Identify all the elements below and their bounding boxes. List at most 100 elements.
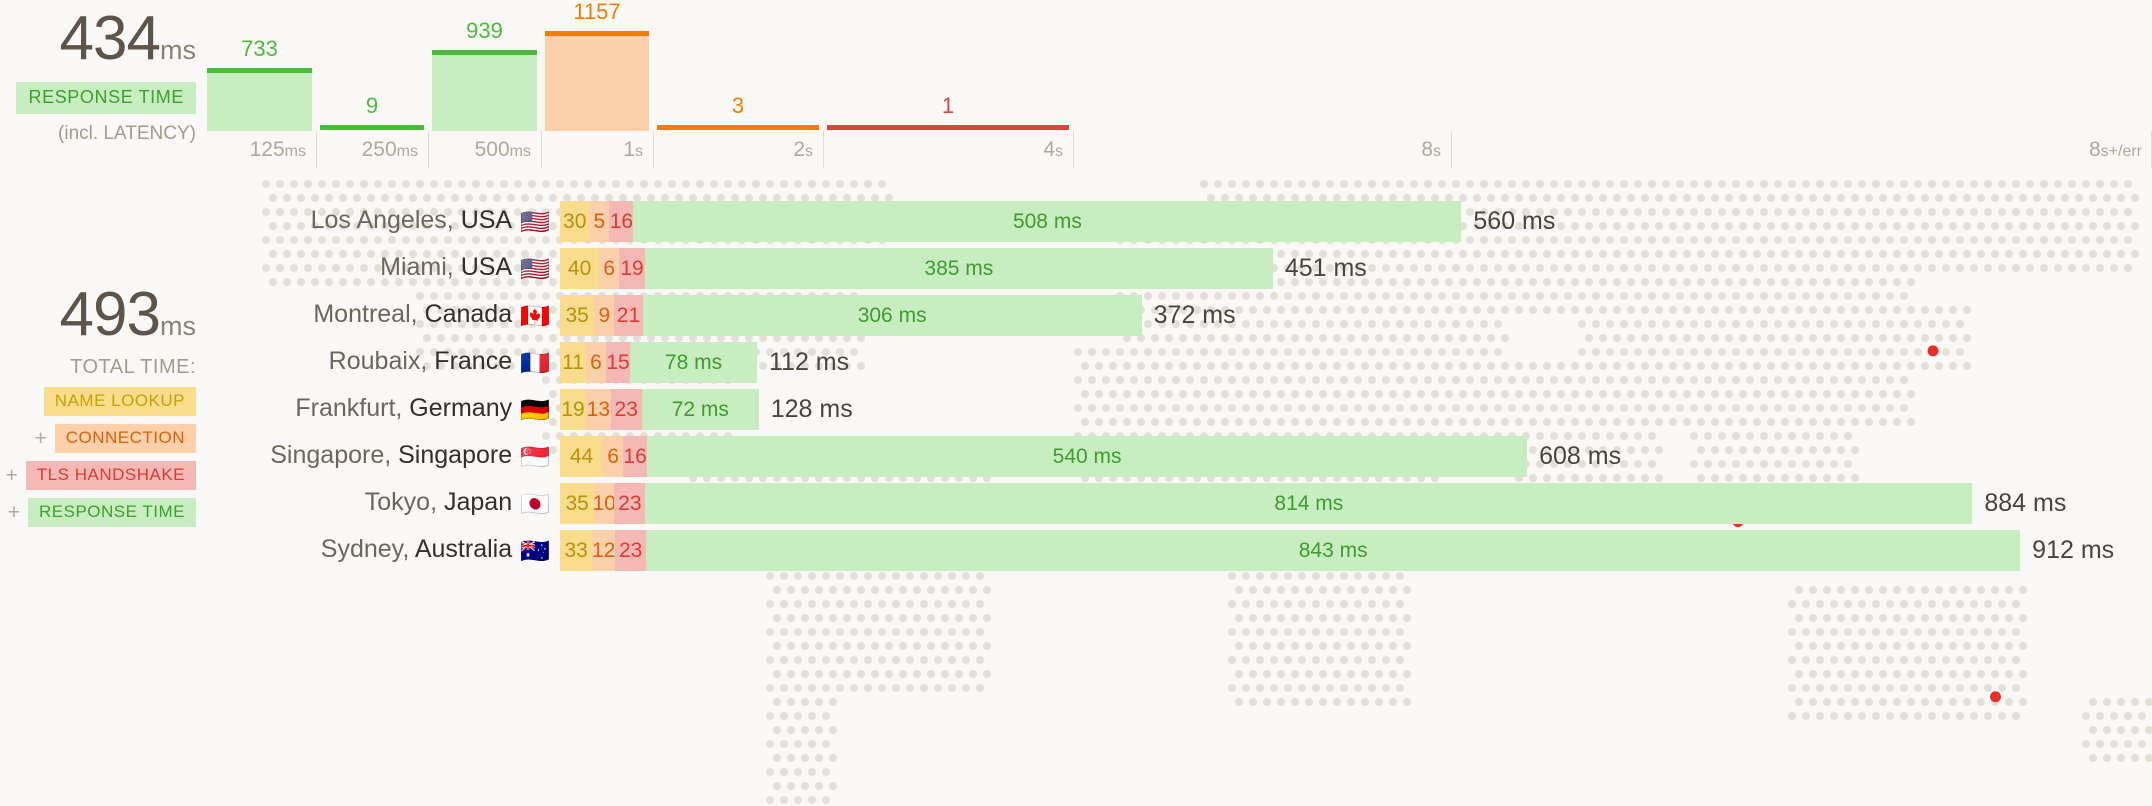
map-dot xyxy=(1998,656,2006,664)
map-dot xyxy=(1326,656,1334,664)
segment-connection: 6 xyxy=(603,436,624,477)
map-dot xyxy=(829,642,837,650)
map-dot xyxy=(1235,614,1243,622)
map-dot xyxy=(2110,180,2118,188)
map-dot xyxy=(682,180,690,188)
latency-bar: 19 13 23 72 ms xyxy=(560,389,759,430)
country-flag-icon: 🇺🇸 xyxy=(520,256,550,283)
city-label: Miami, USA 🇺🇸 xyxy=(0,253,560,284)
response-time-value: 434 xyxy=(59,4,161,73)
map-dot xyxy=(1305,642,1313,650)
map-dot xyxy=(360,180,368,188)
map-dot xyxy=(1620,180,1628,188)
tick-unit: ms xyxy=(396,143,418,160)
map-dot xyxy=(1914,628,1922,636)
map-dot xyxy=(1956,628,1964,636)
histogram-bucket[interactable] xyxy=(1451,0,2152,131)
map-dot xyxy=(864,684,872,692)
map-dot xyxy=(1795,670,1803,678)
map-dot xyxy=(829,726,837,734)
histogram-axis-tick: 8s+/err xyxy=(1451,131,2152,168)
map-dot xyxy=(2131,754,2139,762)
map-dot xyxy=(892,656,900,664)
map-dot xyxy=(2068,180,2076,188)
map-dot xyxy=(1907,698,1915,706)
city-latency-row[interactable]: Singapore, Singapore 🇸🇬 44 6 16 540 ms 608 ms xyxy=(0,433,2152,480)
map-dot xyxy=(1375,670,1383,678)
map-dot xyxy=(1319,698,1327,706)
map-dot xyxy=(899,586,907,594)
map-dot xyxy=(2005,670,2013,678)
map-dot xyxy=(1256,684,1264,692)
map-dot xyxy=(1354,180,1362,188)
histogram-bucket[interactable]: 1157 xyxy=(541,0,653,131)
map-dot xyxy=(1865,642,1873,650)
map-dot xyxy=(1837,642,1845,650)
country-flag-icon: 🇯🇵 xyxy=(520,491,550,518)
map-dot xyxy=(2019,614,2027,622)
segment-response-time: 843 ms xyxy=(646,530,2021,571)
map-dot xyxy=(1263,614,1271,622)
map-dot xyxy=(920,600,928,608)
segment-name-lookup: 19 xyxy=(560,389,586,430)
map-dot xyxy=(1438,180,1446,188)
map-dot xyxy=(1984,628,1992,636)
map-dot xyxy=(1949,698,1957,706)
map-dot xyxy=(948,656,956,664)
map-dot xyxy=(1921,614,1929,622)
response-time-summary: 434ms RESPONSE TIME (incl. LATENCY) xyxy=(0,8,196,145)
segment-name-lookup: 30 xyxy=(560,201,590,242)
city-latency-row[interactable]: Miami, USA 🇺🇸 40 6 19 385 ms 451 ms xyxy=(0,245,2152,292)
map-dot xyxy=(1816,628,1824,636)
map-dot xyxy=(829,782,837,790)
city-latency-row[interactable]: Tokyo, Japan 🇯🇵 35 10 23 814 ms 884 ms xyxy=(0,480,2152,527)
histogram-bucket[interactable]: 9 xyxy=(316,0,428,131)
map-dot xyxy=(1368,600,1376,608)
country-name: Australia xyxy=(414,535,513,563)
map-dot xyxy=(2005,586,2013,594)
map-dot xyxy=(626,180,634,188)
map-dot xyxy=(1844,684,1852,692)
histogram-bar-count: 9 xyxy=(365,93,379,118)
city-latency-row[interactable]: Montreal, Canada 🇨🇦 35 9 21 306 ms 372 ms xyxy=(0,292,2152,339)
city-latency-row[interactable]: Roubaix, France 🇫🇷 11 6 15 78 ms 112 ms xyxy=(0,339,2152,386)
segment-name-lookup: 35 xyxy=(560,483,595,524)
histogram-bucket[interactable]: 1 xyxy=(823,0,1073,131)
map-dot xyxy=(794,768,802,776)
map-dot xyxy=(1858,628,1866,636)
map-dot xyxy=(1606,180,1614,188)
map-dot xyxy=(1256,656,1264,664)
map-dot xyxy=(1893,698,1901,706)
country-name: France xyxy=(434,347,513,375)
histogram-bar xyxy=(432,50,537,131)
map-dot xyxy=(1949,670,1957,678)
map-dot xyxy=(430,180,438,188)
map-dot xyxy=(1347,642,1355,650)
histogram-axis-label: 1s xyxy=(542,131,653,162)
histogram-bucket[interactable]: 733 xyxy=(203,0,316,131)
city-latency-row[interactable]: Frankfurt, Germany 🇩🇪 19 13 23 72 ms 128 ms xyxy=(0,386,2152,433)
map-dot xyxy=(787,614,795,622)
map-dot xyxy=(780,712,788,720)
map-dot xyxy=(787,670,795,678)
map-dot xyxy=(1298,600,1306,608)
histogram-bucket[interactable]: 939 xyxy=(428,0,541,131)
histogram-bucket[interactable]: 3 xyxy=(653,0,823,131)
map-dot xyxy=(976,628,984,636)
map-dot xyxy=(1270,600,1278,608)
map-dot xyxy=(1893,670,1901,678)
histogram-bucket[interactable] xyxy=(1073,0,1451,131)
map-dot xyxy=(1872,180,1880,188)
map-location-marker[interactable] xyxy=(1990,691,2002,703)
map-dot xyxy=(1935,698,1943,706)
city-latency-row[interactable]: Los Angeles, USA 🇺🇸 30 5 16 508 ms 560 ms xyxy=(0,198,2152,245)
city-latency-row[interactable]: Sydney, Australia 🇦🇺 33 12 23 843 ms 912 ms xyxy=(0,527,2152,574)
map-dot xyxy=(1298,628,1306,636)
map-dot xyxy=(1284,600,1292,608)
map-dot xyxy=(1375,642,1383,650)
segment-name-lookup: 44 xyxy=(560,436,604,477)
map-dot xyxy=(1935,614,1943,622)
map-dot xyxy=(766,740,774,748)
map-dot xyxy=(598,180,606,188)
map-dot xyxy=(1319,670,1327,678)
